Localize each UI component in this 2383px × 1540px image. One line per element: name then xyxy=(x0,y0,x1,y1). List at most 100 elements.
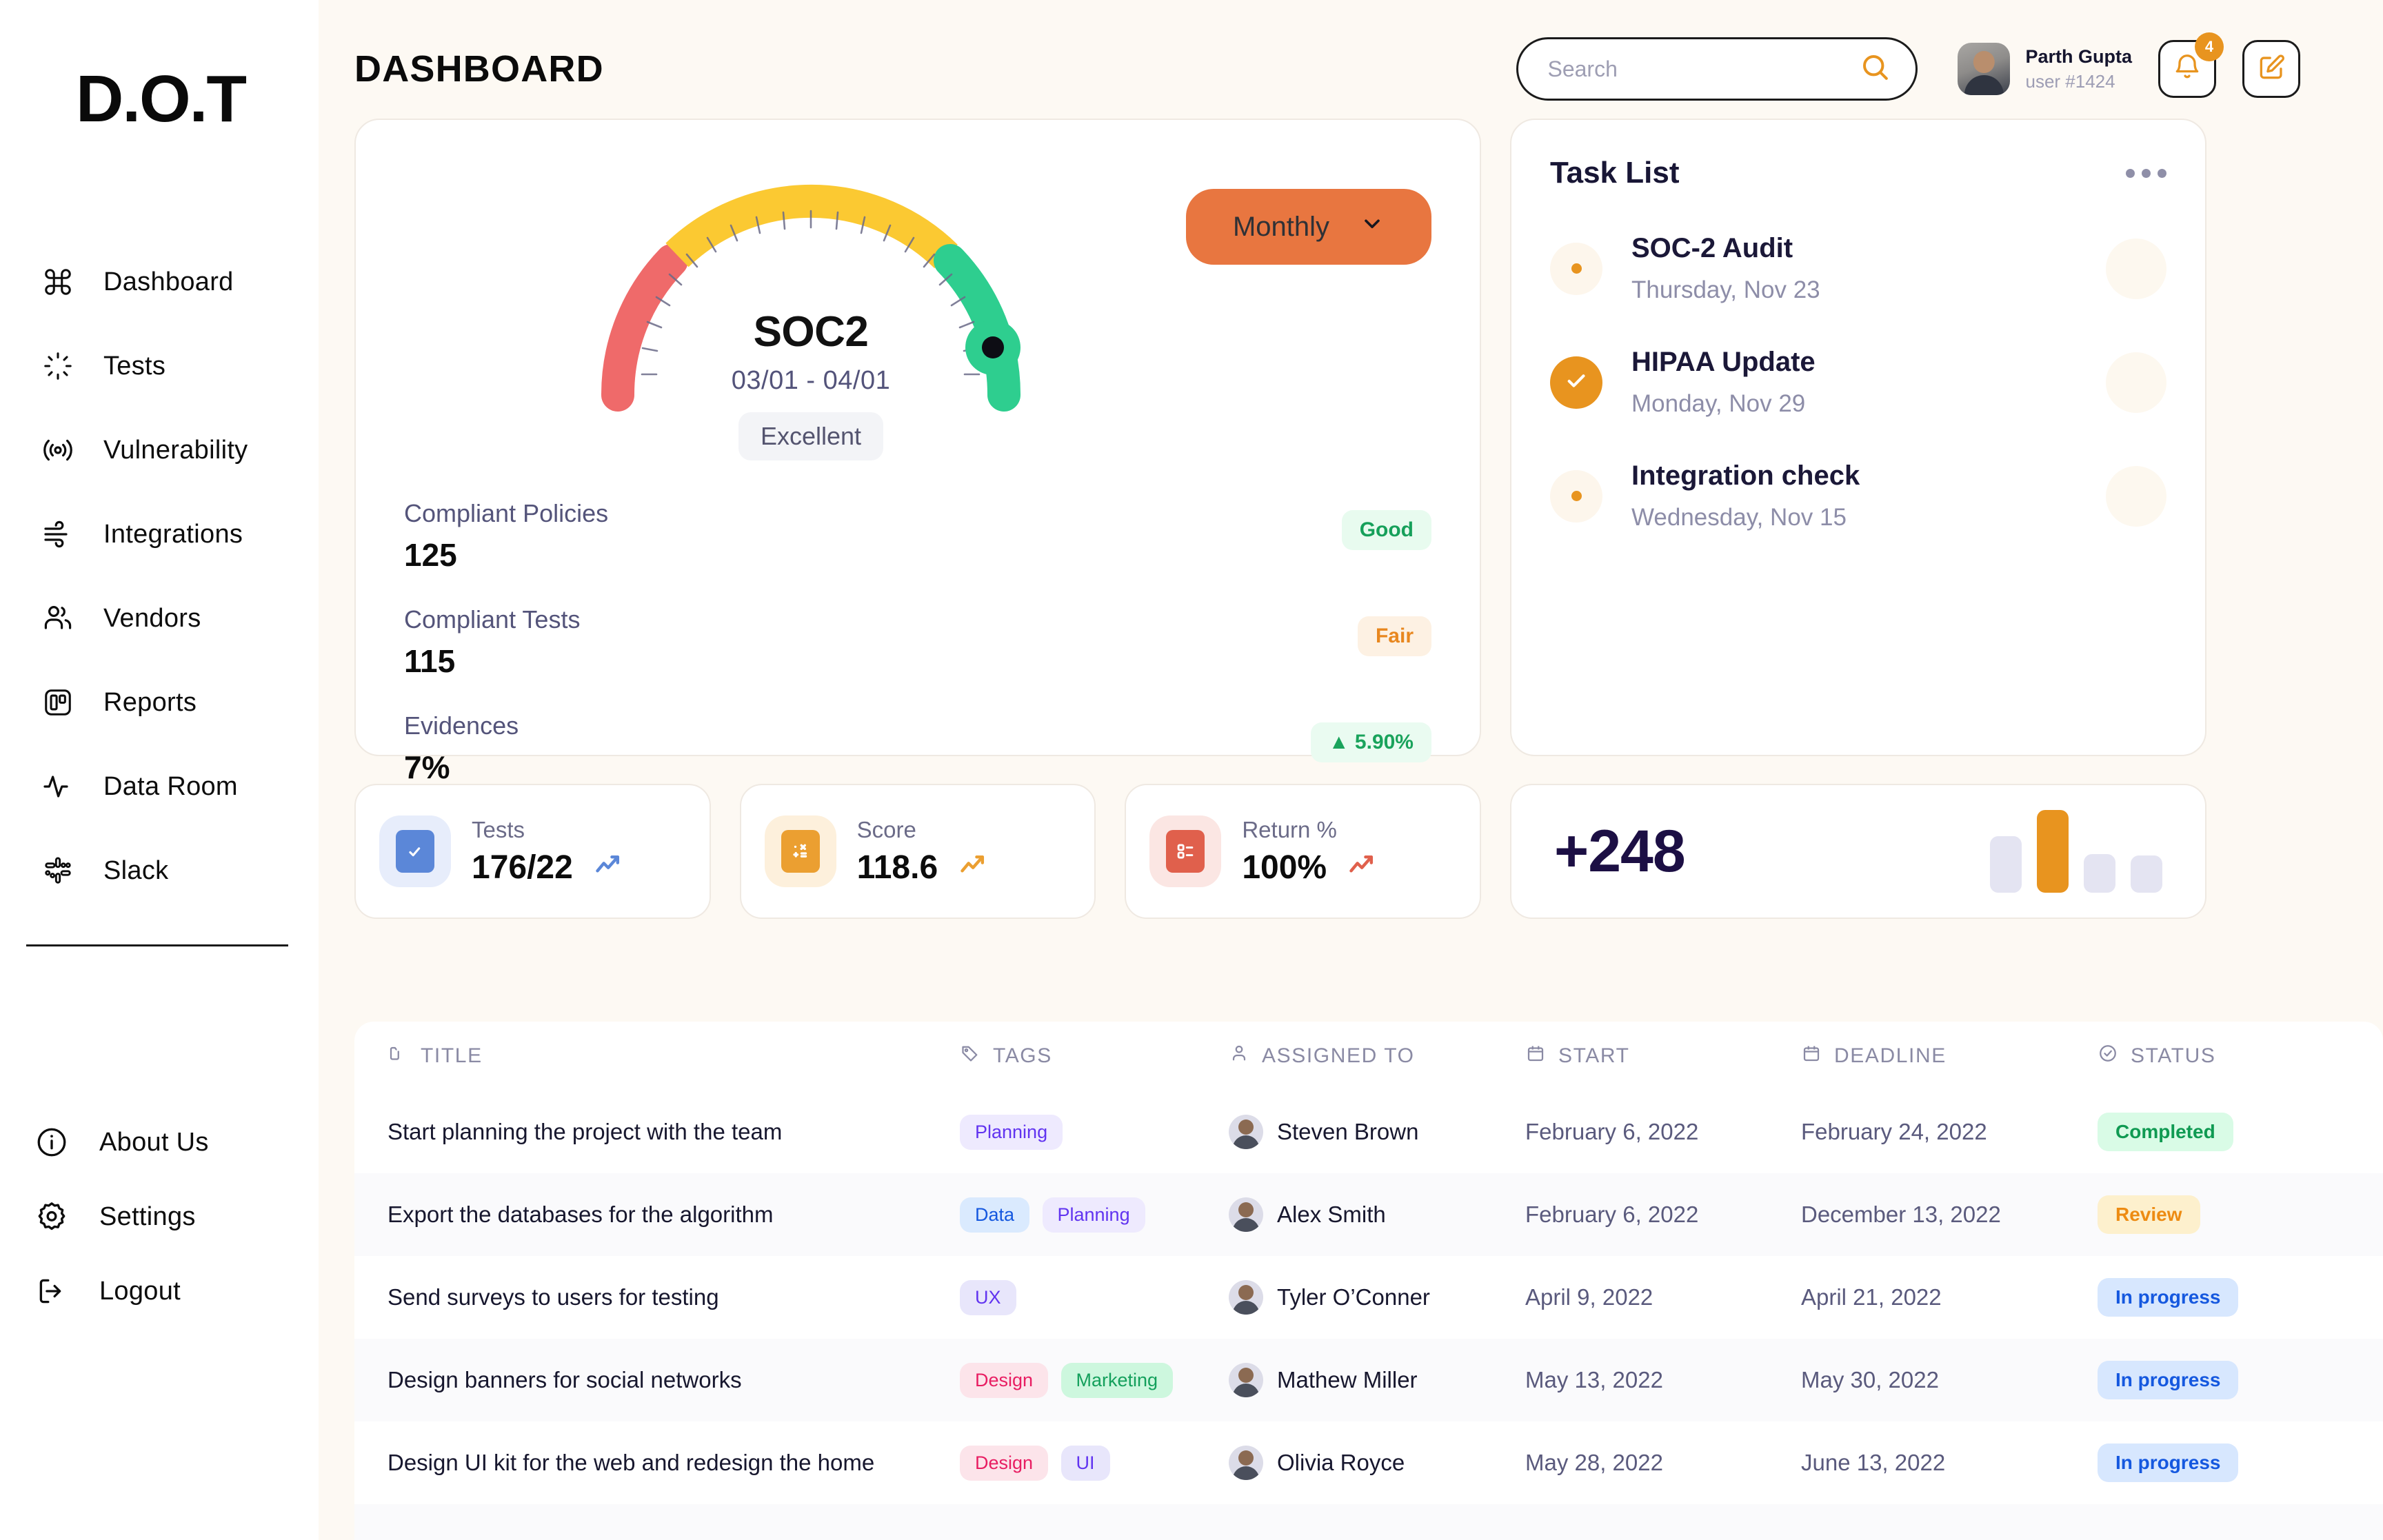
dashboard-grid: Monthly xyxy=(354,119,2300,919)
task-date: Thursday, Nov 23 xyxy=(1631,276,1820,304)
column-header-title[interactable]: TITLE xyxy=(388,1043,960,1069)
search-field[interactable] xyxy=(1547,57,1859,82)
avatar xyxy=(1229,1280,1263,1315)
status-badge: Fair xyxy=(1358,616,1431,656)
column-header-assigned-to[interactable]: ASSIGNED TO xyxy=(1229,1043,1525,1069)
sidebar-item-integrations[interactable]: Integrations xyxy=(0,492,319,576)
sidebar-item-tests[interactable]: Tests xyxy=(0,324,319,408)
tag[interactable]: Planning xyxy=(1043,1197,1145,1233)
summary-card: +248 xyxy=(1510,784,2206,919)
task-status-indicator[interactable] xyxy=(1550,470,1602,523)
cell-status: Review xyxy=(2098,1195,2350,1234)
cell-deadline-date: April 21, 2022 xyxy=(1801,1284,2098,1310)
task-item[interactable]: Integration check Wednesday, Nov 15 xyxy=(1550,460,2166,531)
main-content: DASHBOARD Parth Gupta user #1424 xyxy=(319,0,2383,1540)
cell-assignee: Olivia Royce xyxy=(1229,1446,1525,1480)
user-profile[interactable]: Parth Gupta user #1424 xyxy=(1958,43,2132,95)
task-accent-bubble xyxy=(2106,239,2166,299)
column-header-start[interactable]: START xyxy=(1525,1043,1801,1069)
task-date: Monday, Nov 29 xyxy=(1631,390,1816,418)
tag[interactable]: UI xyxy=(1061,1446,1110,1481)
sidebar-item-vulnerability[interactable]: Vulnerability xyxy=(0,408,319,492)
cell-status: In progress xyxy=(2098,1278,2350,1317)
column-header-status[interactable]: STATUS xyxy=(2098,1043,2350,1069)
notifications-button[interactable]: 4 xyxy=(2158,40,2216,98)
sidebar-item-vendors[interactable]: Vendors xyxy=(0,576,319,660)
tag[interactable]: Design xyxy=(960,1446,1048,1481)
period-select-button[interactable]: Monthly xyxy=(1186,189,1431,265)
more-horizontal-icon[interactable] xyxy=(2126,169,2166,178)
metric-label: Compliant Tests xyxy=(404,605,1431,634)
tag[interactable]: Marketing xyxy=(1061,1363,1174,1398)
top-bar-actions: Parth Gupta user #1424 4 xyxy=(1516,37,2300,101)
search-icon[interactable] xyxy=(1859,51,1892,88)
sidebar-item-label: Settings xyxy=(99,1202,196,1232)
check-circle-icon xyxy=(2098,1043,2118,1069)
page-title: DASHBOARD xyxy=(354,48,604,90)
column-header-tags[interactable]: TAGS xyxy=(960,1043,1229,1069)
bar-4 xyxy=(2131,855,2162,893)
period-label: Monthly xyxy=(1233,212,1329,243)
task-status-indicator[interactable] xyxy=(1550,356,1602,409)
task-item[interactable]: HIPAA Update Monday, Nov 29 xyxy=(1550,347,2166,418)
cell-deadline-date: May 30, 2022 xyxy=(1801,1367,2098,1393)
avatar xyxy=(1958,43,2010,95)
sidebar-item-logout[interactable]: Logout xyxy=(0,1254,319,1328)
cell-assignee: Tyler O’Conner xyxy=(1229,1280,1525,1315)
compliance-gauge-card: Monthly xyxy=(354,119,1481,756)
column-header-deadline[interactable]: DEADLINE xyxy=(1801,1043,2098,1069)
table-row[interactable]: Design banners for social networks Desig… xyxy=(354,1339,2383,1421)
assignee-name: Mathew Miller xyxy=(1277,1367,1418,1393)
status-badge: Good xyxy=(1342,510,1431,550)
command-icon xyxy=(40,264,76,300)
column-label: DEADLINE xyxy=(1834,1044,1947,1068)
tag-icon xyxy=(960,1043,981,1069)
cell-assignee: Alex Smith xyxy=(1229,1197,1525,1232)
tag[interactable]: Data xyxy=(960,1197,1029,1233)
tag[interactable]: Design xyxy=(960,1363,1048,1398)
app-logo: D.O.T xyxy=(0,66,319,132)
avatar xyxy=(1229,1446,1263,1480)
sidebar-item-reports[interactable]: Reports xyxy=(0,660,319,744)
task-item[interactable]: SOC-2 Audit Thursday, Nov 23 xyxy=(1550,233,2166,304)
cell-title: Send surveys to users for testing xyxy=(388,1284,960,1310)
table-row[interactable]: Start planning the project with the team… xyxy=(354,1091,2383,1173)
assignee-name: Steven Brown xyxy=(1277,1119,1418,1145)
gauge-date-range: 03/01 - 04/01 xyxy=(570,366,1052,396)
task-name: Integration check xyxy=(1631,460,1860,492)
table-row[interactable]: Design UI kit for the web and redesign t… xyxy=(354,1421,2383,1504)
top-bar: DASHBOARD Parth Gupta user #1424 xyxy=(354,0,2300,119)
sidebar-item-dashboard[interactable]: Dashboard xyxy=(0,240,319,324)
pulse-icon xyxy=(40,769,76,804)
user-name: Parth Gupta xyxy=(2025,44,2132,69)
cell-tags: Planning xyxy=(960,1115,1229,1150)
metric-value: 7% xyxy=(404,749,1431,786)
stat-icon-background xyxy=(1149,815,1221,887)
metric-row: Compliant Tests 115 Fair xyxy=(404,605,1431,680)
cell-status: Completed xyxy=(2098,1113,2350,1151)
info-circle-icon xyxy=(33,1124,70,1161)
search-input[interactable] xyxy=(1516,37,1918,101)
sidebar-item-data-room[interactable]: Data Room xyxy=(0,744,319,829)
column-label: ASSIGNED TO xyxy=(1262,1044,1415,1068)
cell-deadline-date: June 13, 2022 xyxy=(1801,1450,2098,1476)
table-row[interactable]: Send surveys to users for testing UX Tyl… xyxy=(354,1256,2383,1339)
sidebar-item-slack[interactable]: Slack xyxy=(0,829,319,913)
sidebar-item-about-us[interactable]: About Us xyxy=(0,1105,319,1179)
table-row[interactable]: Export the databases for the algorithm D… xyxy=(354,1173,2383,1256)
status-badge: Review xyxy=(2098,1195,2200,1234)
cell-status: In progress xyxy=(2098,1361,2350,1399)
person-icon xyxy=(1229,1043,1249,1069)
sidebar-item-label: Vendors xyxy=(103,604,201,634)
tag[interactable]: UX xyxy=(960,1280,1016,1315)
sidebar-item-label: Slack xyxy=(103,856,168,886)
compose-button[interactable] xyxy=(2242,40,2300,98)
task-status-indicator[interactable] xyxy=(1550,243,1602,295)
left-column: Monthly xyxy=(354,119,1481,919)
broadcast-icon xyxy=(40,432,76,468)
sidebar-item-settings[interactable]: Settings xyxy=(0,1179,319,1254)
task-list-card: Task List SOC-2 Audit Thursday, Nov 23 xyxy=(1510,119,2206,756)
table-row-partial[interactable] xyxy=(354,1504,2383,1540)
tag[interactable]: Planning xyxy=(960,1115,1063,1150)
cell-title: Design UI kit for the web and redesign t… xyxy=(388,1450,960,1476)
